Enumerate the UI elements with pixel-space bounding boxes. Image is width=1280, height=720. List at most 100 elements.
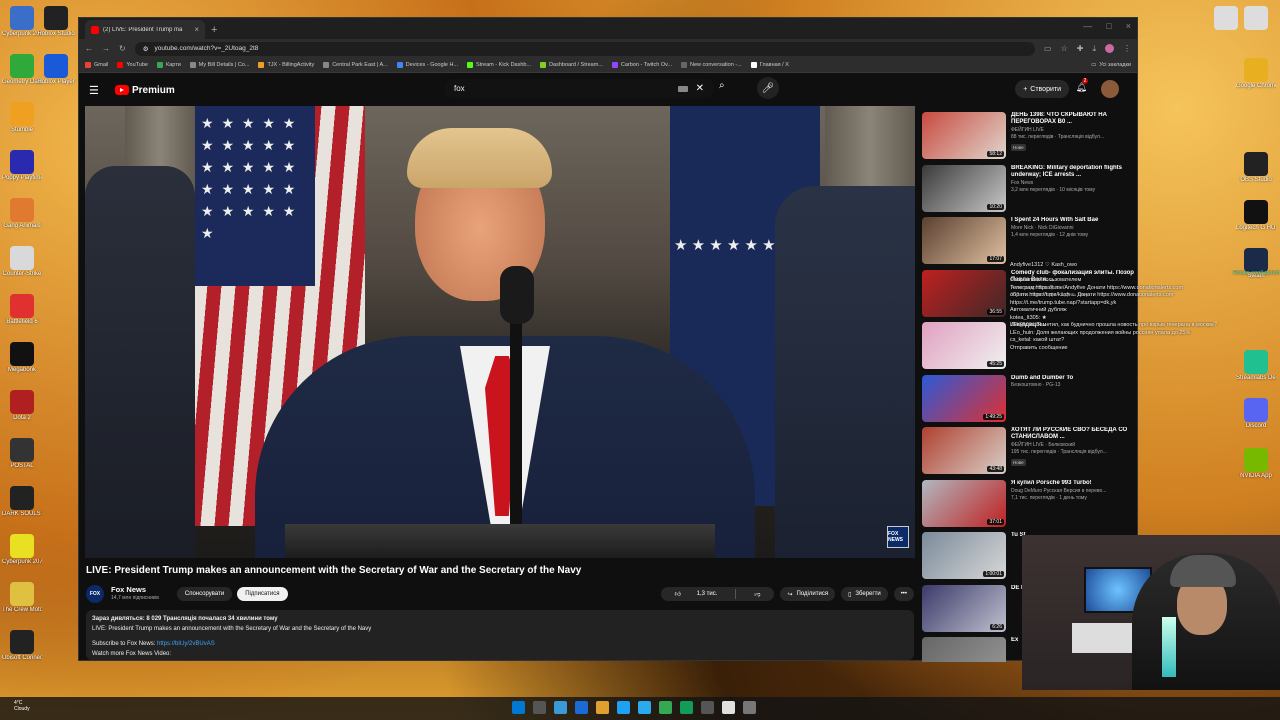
- recommendation-item[interactable]: 37:01 Я купил Porsche 993 Turbo! Doug DeMu…: [922, 479, 1134, 532]
- youtube-logo[interactable]: Premium: [115, 85, 175, 96]
- taskbar-app-icon[interactable]: [575, 701, 588, 714]
- description-box[interactable]: Зараз дивляться: 8 029 Трансляція почала…: [86, 610, 914, 660]
- recommendation-title[interactable]: Ліквідація...: [1011, 322, 1134, 329]
- taskbar-app-icon[interactable]: [722, 701, 735, 714]
- bookmark-item[interactable]: Carbon - Twitch Ov...: [611, 62, 672, 68]
- video-thumbnail[interactable]: 1:00:01: [922, 532, 1006, 579]
- minimize-button[interactable]: —: [1083, 21, 1092, 31]
- recommendation-channel[interactable]: ФЕЙГИН LIVE · Белковский: [1011, 442, 1134, 449]
- recommendation-item[interactable]: 17:07 I Spent 24 Hours With Salt Bae More …: [922, 217, 1134, 269]
- dislike-button[interactable]: 👎︎: [740, 587, 774, 601]
- taskbar-app-icon[interactable]: [743, 701, 756, 714]
- bookmark-item[interactable]: Dashboard / Stream...: [540, 62, 603, 68]
- desktop-icon[interactable]: Counter-Strike: [3, 246, 41, 278]
- download-icon[interactable]: ⤓: [1092, 44, 1096, 54]
- keyboard-icon[interactable]: [677, 85, 688, 92]
- desktop-icon[interactable]: Battlefield 6: [4, 294, 40, 326]
- recommendation-item[interactable]: 58:12 ДЕНЬ 1398: ЧТО СКРЫВАЮТ НА ПЕРЕГОВО…: [922, 112, 1134, 164]
- recommendation-channel[interactable]: ФЕЙГИН LIVE: [1011, 127, 1134, 134]
- bookmark-item[interactable]: TJX - BillingActivity: [258, 62, 314, 68]
- tab-youtube[interactable]: (2) LIVE: President Trump ma ×: [85, 20, 205, 39]
- bookmark-item[interactable]: Карти: [157, 62, 181, 68]
- more-actions-button[interactable]: •••: [893, 587, 914, 601]
- desktop-icon[interactable]: [1238, 6, 1274, 31]
- recommendation-title[interactable]: Comedy club- фокализация элиты. Позор Па…: [1011, 270, 1134, 284]
- bookmark-item[interactable]: New conversation -...: [681, 62, 742, 68]
- recommendation-title[interactable]: BREAKING: Military deportation flights u…: [1011, 165, 1134, 179]
- recommendation-title[interactable]: I Spent 24 Hours With Salt Bae: [1011, 217, 1134, 224]
- subscribe-button[interactable]: Підписатися: [237, 587, 288, 601]
- desktop-icon[interactable]: Gang Animals: [3, 198, 41, 230]
- desktop-icon[interactable]: The Crew Motorfest: [2, 582, 42, 614]
- weather-widget[interactable]: 4°C Cloudy: [14, 700, 30, 712]
- close-tab-icon[interactable]: ×: [194, 25, 199, 34]
- taskbar-app-icon[interactable]: [512, 701, 525, 714]
- desktop-icon[interactable]: Poppy Playtime: [2, 150, 42, 182]
- recommendation-item[interactable]: 1:49:25 Dumb and Dumber To Безкоштовно · P…: [922, 374, 1134, 427]
- clear-search-icon[interactable]: ✕: [696, 83, 704, 94]
- recommendation-title[interactable]: ХОТЯТ ЛИ РУССКИЕ СВО? БЕСЕДА СО СТАНИСЛА…: [1011, 427, 1134, 441]
- desktop-icon[interactable]: Cyberpunk 2077 Boom: [2, 6, 42, 38]
- desktop-icon[interactable]: Dota 2: [4, 390, 40, 422]
- reload-icon[interactable]: ↻: [119, 44, 126, 53]
- recommendation-channel[interactable]: Doug DeMuro Русская Версия в перево...: [1011, 488, 1134, 495]
- bookmark-item[interactable]: My Bill Details | Co...: [189, 62, 249, 68]
- like-button[interactable]: 👍︎ 1,3 тис.: [661, 587, 732, 601]
- site-info-icon[interactable]: ⚙: [143, 45, 149, 53]
- notifications-button[interactable]: 🔔︎ 2: [1076, 78, 1089, 93]
- video-player[interactable]: FOX NEWS: [85, 106, 915, 558]
- close-window-button[interactable]: ×: [1126, 21, 1131, 31]
- video-thumbnail[interactable]: 6:26: [922, 584, 1006, 632]
- desktop-icon[interactable]: Roblox Studio: [37, 6, 75, 38]
- desktop-icon[interactable]: Steam: [1238, 248, 1274, 280]
- recommendation-channel[interactable]: More Nick · Nick DiGiovanni: [1011, 225, 1134, 232]
- user-avatar[interactable]: [1101, 80, 1119, 98]
- recommendation-channel[interactable]: Fox News: [1011, 180, 1134, 187]
- maximize-button[interactable]: □: [1106, 21, 1111, 31]
- taskbar-app-icon[interactable]: [596, 701, 609, 714]
- cast-icon[interactable]: ▭: [1044, 44, 1052, 53]
- taskbar-app-icon[interactable]: [533, 701, 546, 714]
- video-thumbnail[interactable]: 58:12: [922, 112, 1006, 159]
- channel-name[interactable]: Fox News: [111, 586, 159, 594]
- extensions-icon[interactable]: ✚: [1077, 44, 1084, 53]
- search-input[interactable]: fox ✕: [444, 79, 714, 98]
- save-button[interactable]: ▯ Зберегти: [841, 587, 888, 601]
- voice-search-button[interactable]: 🎤︎: [757, 77, 779, 99]
- desktop-icon[interactable]: OBS Studio: [1238, 152, 1274, 184]
- hamburger-menu-icon[interactable]: ☰: [89, 84, 105, 97]
- desktop-icon[interactable]: Ubisoft Connect: [2, 630, 42, 662]
- taskbar-app-icon[interactable]: [701, 701, 714, 714]
- desktop-icon[interactable]: DARK SOULS III: [2, 486, 42, 518]
- recommendation-item[interactable]: 43:48 ХОТЯТ ЛИ РУССКИЕ СВО? БЕСЕДА СО СТА…: [922, 427, 1134, 479]
- desktop-icon[interactable]: Streamlabs Desktop: [1236, 350, 1276, 382]
- recommendation-title[interactable]: Я купил Porsche 993 Turbo!: [1011, 480, 1134, 487]
- video-thumbnail[interactable]: 45:25: [922, 322, 1006, 369]
- bookmark-star-icon[interactable]: ☆: [1061, 44, 1068, 53]
- video-thumbnail[interactable]: 17:07: [922, 217, 1006, 264]
- video-thumbnail[interactable]: 36:55: [922, 269, 1006, 317]
- share-button[interactable]: ↪ Поділитися: [780, 587, 836, 601]
- channel-avatar[interactable]: FOX: [86, 585, 104, 603]
- profile-avatar[interactable]: [1105, 44, 1114, 53]
- desktop-icon[interactable]: Google Chrome: [1236, 58, 1276, 90]
- taskbar-app-icon[interactable]: [617, 701, 630, 714]
- bookmark-item[interactable]: Central Park East | A...: [323, 62, 388, 68]
- sponsor-button[interactable]: Спонсорувати: [176, 587, 233, 601]
- desktop-icon[interactable]: POSTAL: [4, 438, 40, 470]
- taskbar-app-icon[interactable]: [638, 701, 651, 714]
- all-bookmarks-button[interactable]: ▭ Усі закладки: [1091, 62, 1131, 68]
- video-thumbnail[interactable]: 37:01: [922, 479, 1006, 527]
- menu-dots-icon[interactable]: ⋮: [1123, 44, 1131, 53]
- taskbar-app-icon[interactable]: [659, 701, 672, 714]
- desktop-icon[interactable]: Geometry Dash: [2, 54, 42, 86]
- video-thumbnail[interactable]: 1:49:25: [922, 374, 1006, 422]
- subscribe-link[interactable]: https://bit.ly/2vBUvAS: [157, 641, 215, 647]
- video-thumbnail[interactable]: 43:48: [922, 427, 1006, 474]
- bookmark-item[interactable]: Stream - Kick Dashb...: [467, 62, 531, 68]
- desktop-icon[interactable]: Stumble: [4, 102, 40, 134]
- bookmark-item[interactable]: Главная / X: [750, 62, 789, 68]
- recommendation-title[interactable]: Dumb and Dumber To: [1011, 375, 1134, 382]
- search-button[interactable]: ⌕: [719, 80, 725, 91]
- bookmark-item[interactable]: Gmail: [85, 62, 108, 68]
